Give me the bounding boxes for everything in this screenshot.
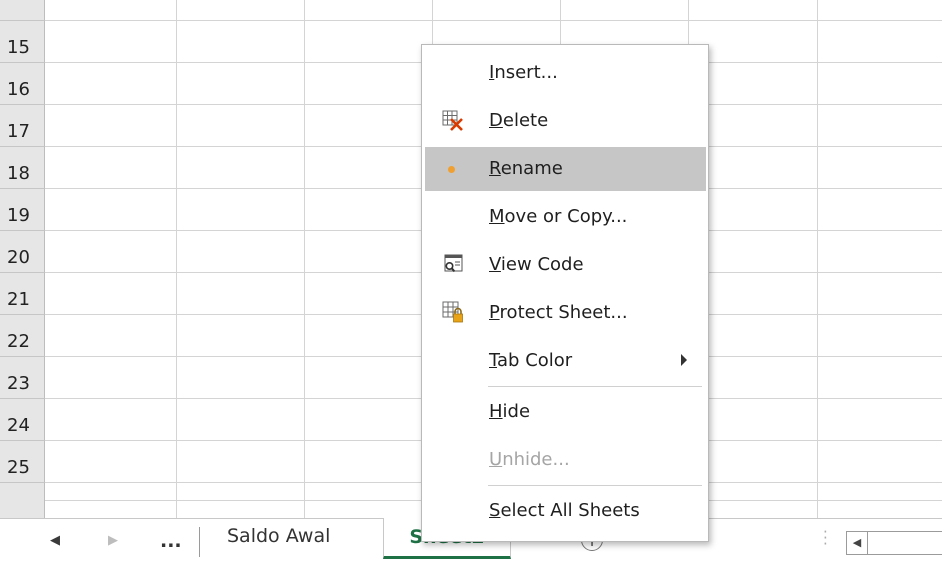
row-header[interactable]: 15 (0, 21, 45, 63)
menu-item-rename[interactable]: Rename (425, 147, 706, 191)
row-header[interactable]: 24 (0, 399, 45, 441)
scroll-tabs-right-button[interactable]: ▶ (108, 533, 118, 548)
menu-item-label: Select All Sheets (489, 500, 640, 521)
row-header[interactable]: 22 (0, 315, 45, 357)
menu-item-label: Protect Sheet... (489, 302, 628, 323)
menu-separator (488, 386, 702, 387)
menu-item-tab-color[interactable]: Tab Color (425, 339, 706, 383)
menu-item-delete[interactable]: Delete (425, 99, 706, 143)
delete-sheet-icon (442, 109, 464, 131)
menu-item-insert[interactable]: Insert... (425, 51, 706, 95)
more-tabs-button[interactable]: ... (160, 530, 182, 552)
scroll-tabs-left-button[interactable]: ◀ (50, 533, 60, 548)
menu-item-label: Unhide... (489, 449, 570, 470)
menu-separator (488, 485, 702, 486)
sheet-tab-saldo-awal[interactable]: Saldo Awal (227, 525, 330, 547)
row-header[interactable]: 17 (0, 105, 45, 147)
tab-splitter-handle[interactable]: · · · (823, 525, 828, 552)
row-header-partial[interactable] (0, 0, 45, 21)
submenu-arrow-icon (681, 354, 687, 366)
menu-item-hide[interactable]: Hide (425, 390, 706, 434)
menu-item-label: Tab Color (489, 350, 573, 371)
view-code-icon (442, 253, 464, 275)
protect-sheet-icon (442, 301, 464, 323)
menu-item-protect-sheet[interactable]: Protect Sheet... (425, 291, 706, 335)
pointer-dot-icon (448, 166, 455, 173)
row-header[interactable]: 21 (0, 273, 45, 315)
row-header[interactable]: 25 (0, 441, 45, 483)
tab-separator (199, 527, 200, 557)
row-header[interactable]: 16 (0, 63, 45, 105)
row-header[interactable]: 23 (0, 357, 45, 399)
menu-item-view-code[interactable]: View Code (425, 243, 706, 287)
menu-item-label: Hide (489, 401, 531, 422)
menu-item-label: View Code (489, 254, 584, 275)
row-header[interactable]: 20 (0, 231, 45, 273)
menu-item-unhide: Unhide... (425, 438, 706, 482)
scroll-left-arrow-icon[interactable]: ◀ (847, 532, 868, 554)
menu-item-label: Delete (489, 110, 549, 131)
row-header-partial[interactable] (0, 501, 45, 518)
row-line (45, 20, 942, 21)
menu-item-label: Move or Copy... (489, 206, 628, 227)
horizontal-scrollbar[interactable]: ◀ (846, 531, 942, 555)
sheet-tab-context-menu: Insert... Delete Rename Move or Copy... (421, 44, 709, 542)
menu-item-select-all-sheets[interactable]: Select All Sheets (425, 489, 706, 533)
menu-item-move-or-copy[interactable]: Move or Copy... (425, 195, 706, 239)
menu-item-label: Insert... (489, 62, 558, 83)
row-header[interactable]: 18 (0, 147, 45, 189)
row-header[interactable]: 19 (0, 189, 45, 231)
menu-item-label: Rename (489, 158, 563, 179)
